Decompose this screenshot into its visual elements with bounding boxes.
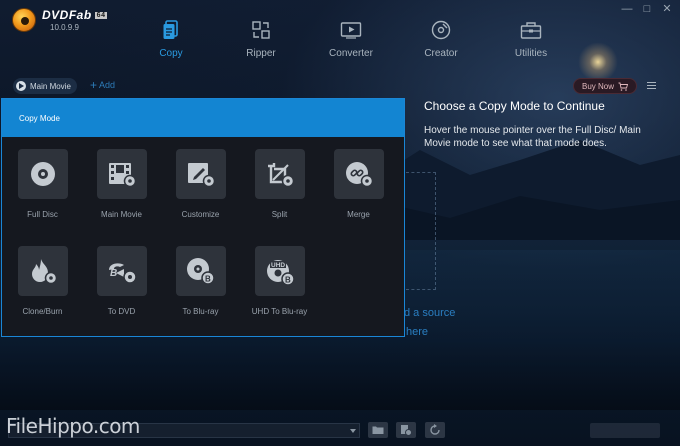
menu-button[interactable] (643, 77, 659, 93)
bitness-badge: 64 (94, 11, 108, 19)
close-button[interactable]: ✕ (658, 2, 676, 16)
mode-label: Customize (181, 210, 220, 219)
tab-converter[interactable]: Converter (306, 18, 396, 68)
mode-chip-label: Main Movie (30, 81, 71, 91)
tab-copy[interactable]: Copy (126, 18, 216, 68)
mode-tile: B (175, 246, 226, 296)
plus-icon: + (90, 78, 98, 92)
cart-icon (618, 82, 628, 91)
folder-button[interactable] (368, 422, 388, 438)
mode-full-disc[interactable]: Full Disc (3, 149, 82, 229)
copy-mode-panel: Copy Mode Full Disc Main Movie Customize (1, 98, 405, 337)
to-bluray-icon: B (186, 258, 215, 285)
mode-label: Clone/Burn (22, 307, 63, 316)
app-name: DVDFab (42, 8, 92, 22)
mode-main-movie[interactable]: Main Movie (82, 149, 161, 229)
mode-label: Full Disc (27, 210, 58, 219)
iso-button[interactable] (396, 422, 416, 438)
app-version: 10.0.9.9 (50, 23, 79, 32)
tab-ripper[interactable]: Ripper (216, 18, 306, 68)
merge-icon (345, 162, 373, 188)
main-nav: Copy Ripper Converter Creator Utilities (126, 18, 576, 68)
info-title: Choose a Copy Mode to Continue (424, 99, 605, 113)
mode-tile (175, 149, 226, 199)
mode-label: To DVD (107, 307, 136, 316)
mode-tile: B (96, 246, 147, 296)
film-icon (108, 163, 136, 188)
watermark: FileHippo.com (6, 414, 140, 438)
mode-customize[interactable]: Customize (161, 149, 240, 229)
customize-icon (187, 163, 215, 188)
buy-now-label: Buy Now (581, 81, 614, 91)
window-controls: — □ ✕ (618, 2, 676, 16)
info-description: Hover the mouse pointer over the Full Di… (424, 125, 641, 149)
mode-split[interactable]: Split (240, 149, 319, 229)
converter-icon (340, 18, 362, 42)
svg-text:UHD: UHD (271, 262, 285, 269)
disc-icon (30, 162, 55, 186)
maximize-button[interactable]: □ (638, 2, 656, 16)
mode-tile (96, 149, 147, 199)
tab-utilities[interactable]: Utilities (486, 18, 576, 68)
app-window: — □ ✕ DVDFab 64 10.0.9.9 Copy Ripper Con… (0, 0, 680, 446)
mode-tile (254, 149, 305, 199)
buy-now-button[interactable]: Buy Now (573, 78, 637, 94)
refresh-icon (430, 424, 440, 435)
to-dvd-icon: B (108, 263, 137, 284)
mode-chip-main-movie[interactable]: Main Movie (13, 78, 77, 94)
mode-label: Split (271, 210, 288, 219)
utilities-icon (520, 18, 542, 42)
mode-uhd-to-bluray[interactable]: UHD B UHD To Blu-ray (240, 246, 319, 326)
mode-to-dvd[interactable]: B To DVD (82, 246, 161, 326)
tab-label: Copy (159, 48, 183, 59)
svg-text:B: B (205, 275, 211, 284)
chevron-down-icon (350, 429, 356, 433)
creator-icon (431, 18, 451, 42)
split-icon (267, 163, 294, 188)
refresh-button[interactable] (425, 422, 445, 438)
uhd-to-bluray-icon: UHDB (266, 260, 295, 286)
minimize-button[interactable]: — (618, 2, 636, 16)
app-logo: DVDFab 64 10.0.9.9 (12, 8, 108, 32)
mode-label: To Blu-ray (182, 307, 219, 316)
tab-label: Converter (329, 48, 373, 59)
add-source-button[interactable]: + Add (90, 79, 115, 91)
tab-creator[interactable]: Creator (396, 18, 486, 68)
mode-tile (17, 149, 68, 199)
mode-tile: UHD B (254, 246, 305, 296)
mode-to-bluray[interactable]: B To Blu-ray (161, 246, 240, 326)
mode-label: UHD To Blu-ray (251, 307, 308, 316)
tab-label: Ripper (246, 48, 276, 59)
svg-text:B: B (285, 276, 291, 285)
panel-title: Copy Mode (19, 113, 60, 123)
iso-icon (401, 425, 412, 436)
start-button[interactable] (590, 423, 660, 438)
ripper-icon (251, 18, 271, 42)
mode-clone-burn[interactable]: Clone/Burn (3, 246, 82, 326)
tab-label: Creator (424, 48, 458, 59)
play-circle-icon (16, 81, 26, 91)
mode-label: Merge (347, 210, 370, 219)
flame-icon (31, 259, 57, 285)
drop-zone-text-2[interactable]: here (406, 326, 428, 338)
folder-icon (372, 426, 384, 434)
add-label: Add (99, 80, 116, 90)
drop-zone[interactable] (406, 172, 436, 290)
svg-text:B: B (110, 268, 117, 279)
copy-icon (162, 18, 180, 42)
hamburger-icon (646, 81, 656, 83)
mode-tile (17, 246, 68, 296)
lighthouse-glow (578, 42, 618, 82)
drop-zone-text[interactable]: d a source (404, 307, 455, 319)
mode-tile (333, 149, 384, 199)
mode-merge[interactable]: Merge (319, 149, 398, 229)
tab-label: Utilities (514, 48, 548, 59)
mode-label: Main Movie (101, 210, 142, 219)
dvdfab-logo-icon (12, 8, 36, 32)
panel-header: Copy Mode (2, 99, 404, 137)
